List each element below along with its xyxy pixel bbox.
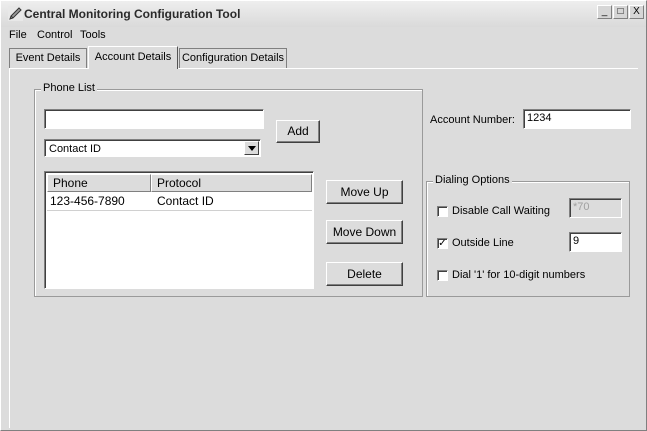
move-up-button[interactable]: Move Up xyxy=(326,180,403,204)
close-button[interactable]: X xyxy=(629,5,644,19)
row-phone: 123-456-7890 xyxy=(50,194,125,208)
dial-1-box[interactable] xyxy=(437,270,448,281)
window-title: Central Monitoring Configuration Tool xyxy=(24,7,241,21)
phone-input[interactable] xyxy=(44,109,264,129)
chevron-down-icon[interactable] xyxy=(244,141,259,155)
menu-file[interactable]: File xyxy=(9,29,27,41)
disable-call-waiting-box[interactable] xyxy=(437,206,448,217)
disable-call-waiting-checkbox[interactable]: Disable Call Waiting xyxy=(437,205,567,218)
maximize-button[interactable]: □ xyxy=(613,5,628,19)
add-button[interactable]: Add xyxy=(276,120,320,143)
row-divider xyxy=(47,210,312,211)
outside-line-input[interactable]: 9 xyxy=(569,232,622,252)
check-icon[interactable]: ✓ xyxy=(437,238,448,249)
column-header-protocol[interactable]: Protocol xyxy=(151,174,312,192)
tab-event-details[interactable]: Event Details xyxy=(9,48,87,68)
dial-1-label: Dial '1' for 10-digit numbers xyxy=(452,269,586,281)
delete-button[interactable]: Delete xyxy=(326,262,403,286)
tab-account-details[interactable]: Account Details xyxy=(88,46,178,69)
account-number-label: Account Number: xyxy=(430,114,515,126)
dialing-options-group: Dialing Options Disable Call Waiting *70… xyxy=(426,174,630,297)
phone-table[interactable]: Phone Protocol 123-456-7890 Contact ID xyxy=(44,171,314,289)
pencil-icon xyxy=(8,6,23,21)
dialing-options-title: Dialing Options xyxy=(433,174,512,186)
outside-line-checkbox[interactable]: ✓ Outside Line xyxy=(437,237,547,250)
menu-tools[interactable]: Tools xyxy=(80,29,106,41)
move-down-button[interactable]: Move Down xyxy=(326,220,403,244)
protocol-select[interactable]: Contact ID xyxy=(44,139,261,157)
account-details-panel: Phone List Add Contact ID Phone Protocol… xyxy=(9,68,638,428)
phone-list-title: Phone List xyxy=(41,82,97,94)
row-protocol: Contact ID xyxy=(157,194,214,208)
title-bar[interactable]: Central Monitoring Configuration Tool _ □… xyxy=(1,1,646,27)
menu-control[interactable]: Control xyxy=(37,29,72,41)
column-header-phone[interactable]: Phone xyxy=(47,174,151,192)
app-window: Central Monitoring Configuration Tool _ □… xyxy=(0,0,647,431)
dial-1-checkbox[interactable]: Dial '1' for 10-digit numbers xyxy=(437,269,617,282)
tab-configuration-details[interactable]: Configuration Details xyxy=(179,48,287,68)
window-controls: _ □ X xyxy=(596,5,644,19)
minimize-button[interactable]: _ xyxy=(597,5,612,19)
call-waiting-code-input[interactable]: *70 xyxy=(569,198,622,218)
protocol-select-value: Contact ID xyxy=(49,143,101,155)
phone-list-group: Phone List Add Contact ID Phone Protocol… xyxy=(34,82,423,297)
outside-line-label: Outside Line xyxy=(452,237,514,249)
disable-call-waiting-label: Disable Call Waiting xyxy=(452,205,551,217)
account-number-input[interactable]: 1234 xyxy=(523,109,631,129)
